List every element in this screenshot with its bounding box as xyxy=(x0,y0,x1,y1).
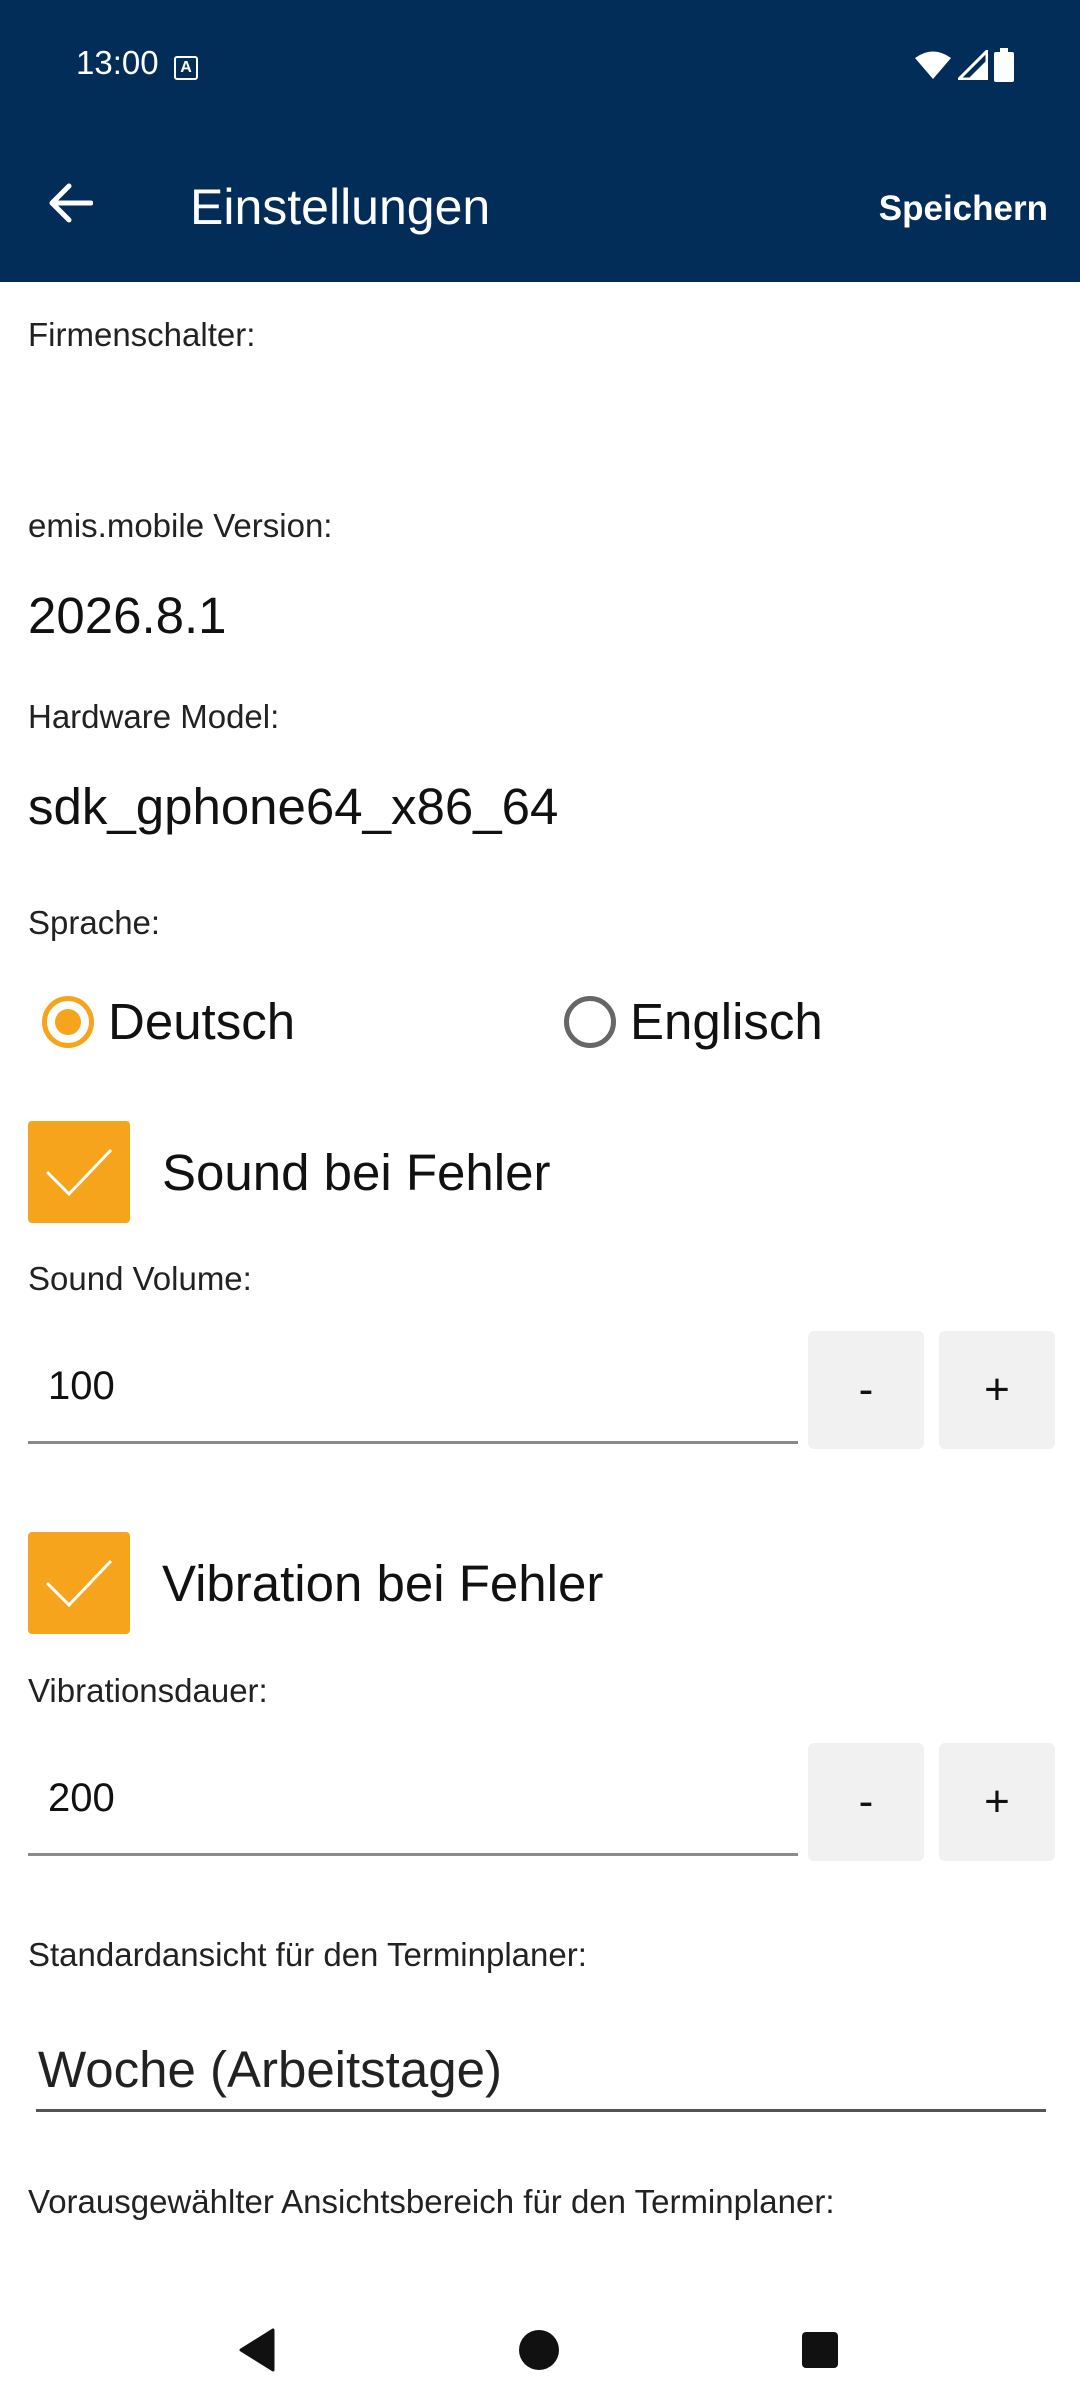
hardware-value: sdk_gphone64_x86_64 xyxy=(28,778,559,835)
save-button[interactable]: Speichern xyxy=(879,189,1048,229)
sound-volume-label: Sound Volume: xyxy=(28,1260,252,1297)
version-label: emis.mobile Version: xyxy=(28,507,333,544)
planner-default-view-select[interactable]: Woche (Arbeitstage) xyxy=(36,2030,1046,2112)
radio-englisch[interactable]: Englisch xyxy=(564,992,823,1051)
signal-icon xyxy=(958,50,988,80)
checkbox-checked-icon xyxy=(28,1121,130,1223)
nav-home-icon[interactable] xyxy=(499,2310,579,2390)
planner-preselected-range-label: Vorausgewählter Ansichtsbereich für den … xyxy=(28,2183,835,2220)
vibration-on-error-label: Vibration bei Fehler xyxy=(162,1554,604,1612)
status-time: 13:00 xyxy=(76,44,159,81)
planner-default-view-label: Standardansicht für den Terminplaner: xyxy=(28,1936,587,1973)
radio-deutsch-label: Deutsch xyxy=(108,993,296,1050)
language-label: Sprache: xyxy=(28,904,161,941)
vibration-duration-input[interactable]: 200 xyxy=(28,1744,798,1856)
sound-volume-input[interactable]: 100 xyxy=(28,1332,798,1444)
back-arrow-icon[interactable] xyxy=(40,173,100,233)
sound-volume-decrement-button[interactable]: - xyxy=(808,1331,924,1449)
sound-volume-increment-button[interactable]: + xyxy=(939,1331,1055,1449)
system-navigation-bar xyxy=(0,2290,1080,2400)
vibration-on-error-checkbox[interactable]: Vibration bei Fehler xyxy=(28,1532,603,1634)
vibration-duration-increment-button[interactable]: + xyxy=(939,1743,1055,1861)
sound-on-error-checkbox[interactable]: Sound bei Fehler xyxy=(28,1121,550,1223)
status-icons xyxy=(914,48,1014,82)
keyboard-notification-icon: A xyxy=(174,56,198,80)
company-switch-label: Firmenschalter: xyxy=(28,316,256,353)
radio-deutsch[interactable]: Deutsch xyxy=(42,992,295,1051)
version-value: 2026.8.1 xyxy=(28,587,227,644)
checkbox-checked-icon xyxy=(28,1532,130,1634)
wifi-icon xyxy=(915,51,951,79)
vibration-duration-decrement-button[interactable]: - xyxy=(808,1743,924,1861)
radio-unselected-icon xyxy=(564,995,616,1048)
page-title: Einstellungen xyxy=(190,179,491,235)
sound-on-error-label: Sound bei Fehler xyxy=(162,1143,551,1201)
vibration-duration-label: Vibrationsdauer: xyxy=(28,1672,268,1709)
nav-back-icon[interactable] xyxy=(217,2310,297,2390)
battery-icon xyxy=(994,48,1014,82)
radio-selected-icon xyxy=(42,995,94,1048)
app-bar: 13:00 A Einstellungen Speichern xyxy=(0,0,1080,282)
radio-englisch-label: Englisch xyxy=(630,993,823,1050)
hardware-label: Hardware Model: xyxy=(28,698,280,735)
nav-recents-icon[interactable] xyxy=(780,2310,860,2390)
